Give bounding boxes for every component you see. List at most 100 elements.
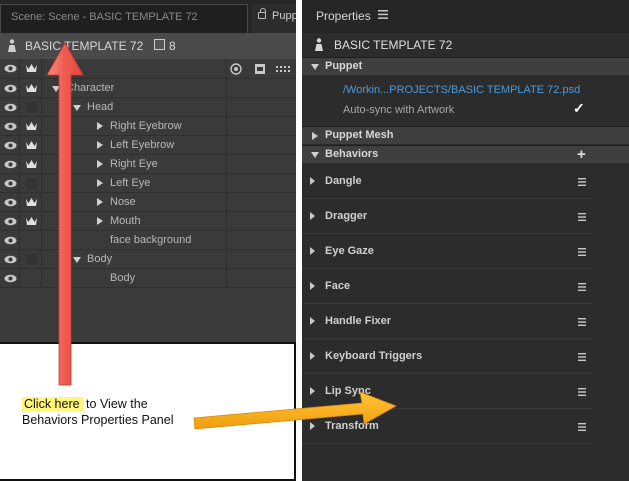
- chevron-right-icon[interactable]: [310, 247, 315, 255]
- puppet-path-link[interactable]: /Workin...PROJECTS/BASIC TEMPLATE 72.psd: [343, 84, 580, 96]
- tree-row[interactable]: Body: [0, 269, 296, 288]
- chevron-right-icon[interactable]: [310, 352, 315, 360]
- puppet-count: 8: [169, 39, 176, 53]
- hamburger-icon[interactable]: [578, 248, 586, 256]
- tree-header-row: [0, 59, 296, 79]
- chevron-right-icon[interactable]: [310, 422, 315, 430]
- hamburger-icon[interactable]: [578, 388, 586, 396]
- tree-row[interactable]: Right Eyebrow: [0, 117, 296, 136]
- hamburger-icon[interactable]: [578, 353, 586, 361]
- behavior-item[interactable]: Dragger: [302, 199, 592, 234]
- eye-icon[interactable]: [4, 122, 17, 131]
- section-mesh-label: Puppet Mesh: [325, 129, 394, 141]
- hamburger-icon[interactable]: [378, 10, 388, 19]
- eye-icon[interactable]: [4, 274, 17, 283]
- chevron-down-icon[interactable]: [73, 105, 81, 111]
- eye-icon[interactable]: [4, 198, 17, 207]
- callout-text-line2: Behaviors Properties Panel: [22, 413, 174, 427]
- chevron-right-icon[interactable]: [97, 198, 103, 206]
- crown-icon[interactable]: [25, 120, 38, 132]
- eye-icon[interactable]: [4, 141, 17, 150]
- chevron-right-icon[interactable]: [310, 282, 315, 290]
- section-behaviors[interactable]: Behaviors +: [302, 145, 629, 163]
- section-puppet-mesh[interactable]: Puppet Mesh: [302, 126, 629, 144]
- tree-row[interactable]: Right Eye: [0, 155, 296, 174]
- eye-icon[interactable]: [4, 84, 17, 93]
- behavior-item[interactable]: Lip Sync: [302, 374, 592, 409]
- chevron-down-icon[interactable]: [73, 257, 81, 263]
- chevron-right-icon[interactable]: [310, 317, 315, 325]
- behavior-item[interactable]: Handle Fixer: [302, 304, 592, 339]
- crown-icon[interactable]: [25, 215, 38, 227]
- chevron-right-icon[interactable]: [97, 160, 103, 168]
- chevron-down-icon[interactable]: [52, 86, 60, 92]
- tree-row-label: Right Eyebrow: [110, 120, 182, 132]
- puppet-icon: [315, 38, 323, 51]
- tree-row[interactable]: Mouth: [0, 212, 296, 231]
- behavior-label: Face: [325, 280, 351, 292]
- tree-row[interactable]: face background: [0, 231, 296, 250]
- annotation-callout: Click here to View the Behaviors Propert…: [0, 342, 296, 481]
- crown-icon[interactable]: [25, 196, 38, 208]
- crown-icon[interactable]: [25, 139, 38, 151]
- empty-cell[interactable]: [26, 254, 37, 265]
- crown-icon[interactable]: [25, 158, 38, 170]
- behavior-item[interactable]: Keyboard Triggers: [302, 339, 592, 374]
- eye-icon[interactable]: [4, 103, 17, 112]
- chevron-right-icon[interactable]: [310, 212, 315, 220]
- crown-icon[interactable]: [25, 62, 38, 74]
- chevron-right-icon[interactable]: [310, 387, 315, 395]
- behavior-item[interactable]: Transform: [302, 409, 592, 444]
- section-puppet[interactable]: Puppet: [302, 57, 629, 75]
- properties-title: Properties: [316, 9, 371, 23]
- checkmark-icon[interactable]: ✓: [573, 100, 585, 117]
- eye-icon[interactable]: [4, 236, 17, 245]
- hamburger-icon[interactable]: [578, 318, 586, 326]
- panel-tab-bar: Scene: Scene - BASIC TEMPLATE 72 Pupp: [0, 0, 296, 33]
- hamburger-icon[interactable]: [578, 213, 586, 221]
- hamburger-icon[interactable]: [578, 423, 586, 431]
- tree-row-label: Body: [110, 272, 136, 284]
- chevron-right-icon[interactable]: [97, 217, 103, 225]
- properties-panel: Properties BASIC TEMPLATE 72 Puppet /Wor…: [302, 0, 629, 481]
- properties-puppet-row: BASIC TEMPLATE 72: [302, 33, 629, 57]
- puppet-icon: [8, 39, 16, 52]
- tree-row[interactable]: Left Eyebrow: [0, 136, 296, 155]
- puppet-header[interactable]: BASIC TEMPLATE 72 8: [0, 33, 296, 59]
- behavior-item[interactable]: Eye Gaze: [302, 234, 592, 269]
- behavior-item[interactable]: Face: [302, 269, 592, 304]
- eye-icon[interactable]: [4, 255, 17, 264]
- behavior-item[interactable]: Dangle: [302, 164, 592, 199]
- eye-icon[interactable]: [4, 64, 17, 73]
- tree-row[interactable]: Body: [0, 250, 296, 269]
- tree-row[interactable]: Head: [0, 98, 296, 117]
- hamburger-icon[interactable]: [578, 178, 586, 186]
- tree-row[interactable]: Nose: [0, 193, 296, 212]
- tab-puppet[interactable]: Pupp: [252, 4, 296, 33]
- empty-cell[interactable]: [26, 178, 37, 189]
- chevron-right-icon[interactable]: [310, 177, 315, 185]
- tree-row-label: Body: [87, 253, 113, 265]
- eye-icon[interactable]: [4, 179, 17, 188]
- chevron-right-icon[interactable]: [97, 179, 103, 187]
- eye-icon[interactable]: [4, 217, 17, 226]
- chevron-right-icon[interactable]: [97, 141, 103, 149]
- hamburger-icon[interactable]: [578, 283, 586, 291]
- tree-row-label: Character: [66, 82, 115, 94]
- puppet-header-title: BASIC TEMPLATE 72: [25, 39, 144, 53]
- timeline-panel: Scene: Scene - BASIC TEMPLATE 72 Pupp BA…: [0, 0, 296, 481]
- tree-row[interactable]: Left Eye: [0, 174, 296, 193]
- behavior-label: Keyboard Triggers: [325, 350, 423, 362]
- callout-highlight[interactable]: Click here: [22, 397, 83, 411]
- properties-title-bar: Properties: [302, 0, 629, 33]
- eye-icon[interactable]: [4, 160, 17, 169]
- tab-scene[interactable]: Scene: Scene - BASIC TEMPLATE 72: [0, 4, 248, 33]
- plus-icon[interactable]: +: [577, 147, 586, 162]
- chevron-right-icon[interactable]: [97, 122, 103, 130]
- tree-row[interactable]: Character: [0, 79, 296, 98]
- empty-cell[interactable]: [26, 102, 37, 113]
- crown-icon[interactable]: [25, 82, 38, 94]
- behavior-label: Eye Gaze: [325, 245, 374, 257]
- tree-row-label: Left Eyebrow: [110, 139, 175, 151]
- chevron-right-icon: [312, 132, 318, 140]
